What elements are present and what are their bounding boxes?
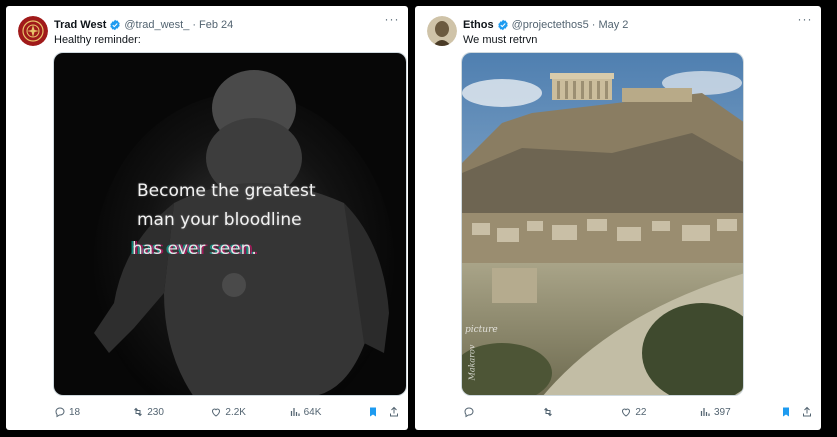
- repost-count: 230: [147, 406, 164, 418]
- views-count: 397: [713, 406, 731, 418]
- tweet-actions: 18 230 2.2K 64K: [54, 404, 402, 420]
- author-handle[interactable]: @trad_west_: [124, 19, 189, 31]
- tweet-media-statue[interactable]: Become the greatest man your bloodline h…: [53, 52, 407, 396]
- views-button[interactable]: 397: [699, 406, 780, 418]
- tweet-header: Ethos @projectethos5 · May 2: [463, 17, 811, 33]
- like-icon: [212, 408, 221, 417]
- overlay-line-1: Become the greatest: [137, 181, 316, 201]
- tweet-card-ethos[interactable]: Ethos @projectethos5 · May 2 ··· We must…: [415, 6, 821, 430]
- author-handle[interactable]: @projectethos5: [512, 19, 589, 31]
- bookmark-icon: [782, 407, 789, 417]
- like-count: 22: [635, 406, 647, 418]
- like-icon: [622, 408, 631, 417]
- views-icon: [290, 408, 300, 416]
- reply-icon: [464, 407, 474, 418]
- repost-icon: [134, 407, 143, 417]
- reply-button[interactable]: [463, 406, 542, 418]
- share-button[interactable]: [801, 406, 815, 418]
- bookmark-button[interactable]: [367, 406, 389, 418]
- views-icon: [700, 408, 710, 416]
- watermark-text: picture: [465, 325, 498, 335]
- avatar[interactable]: [18, 16, 48, 46]
- like-button[interactable]: 2.2K: [210, 406, 288, 418]
- author-name[interactable]: Trad West: [54, 19, 106, 31]
- views-button[interactable]: 64K: [289, 406, 367, 418]
- tweet-date[interactable]: Feb 24: [199, 19, 233, 31]
- signature-text: Makarov: [467, 344, 477, 381]
- share-button[interactable]: [388, 406, 402, 418]
- overlay-line-3: has ever seen.: [132, 239, 257, 259]
- overlay-line-2: man your bloodline: [137, 210, 302, 230]
- reply-button[interactable]: 18: [54, 406, 132, 418]
- reply-icon: [55, 407, 65, 418]
- share-icon: [803, 406, 812, 417]
- verified-badge-icon: [110, 19, 121, 31]
- verified-badge-icon: [497, 19, 508, 31]
- like-count: 2.2K: [225, 406, 246, 418]
- more-icon[interactable]: ···: [797, 13, 813, 26]
- repost-button[interactable]: 230: [132, 406, 210, 418]
- tweet-header: Trad West @trad_west_ · Feb 24: [54, 17, 398, 33]
- acropolis-image: [462, 53, 743, 395]
- tweet-text: Healthy reminder:: [54, 34, 141, 46]
- more-icon[interactable]: ···: [384, 13, 400, 26]
- views-count: 64K: [303, 406, 322, 418]
- separator-dot: ·: [192, 19, 197, 31]
- like-button[interactable]: 22: [620, 406, 699, 418]
- reply-count: 18: [69, 406, 81, 418]
- repost-button[interactable]: [542, 406, 621, 418]
- share-icon: [390, 406, 399, 417]
- separator-dot: ·: [591, 19, 596, 31]
- bookmark-button[interactable]: [780, 406, 802, 418]
- tweet-media-acropolis[interactable]: picture Makarov: [461, 52, 744, 396]
- avatar[interactable]: [427, 16, 457, 46]
- tweet-card-trad-west[interactable]: Trad West @trad_west_ · Feb 24 ··· Healt…: [6, 6, 408, 430]
- bookmark-icon: [369, 407, 376, 417]
- tweet-text: We must retrvn: [463, 34, 538, 46]
- author-name[interactable]: Ethos: [463, 19, 494, 31]
- tweet-actions: 22 397: [463, 404, 815, 420]
- tweet-date[interactable]: May 2: [598, 19, 628, 31]
- repost-icon: [543, 407, 552, 417]
